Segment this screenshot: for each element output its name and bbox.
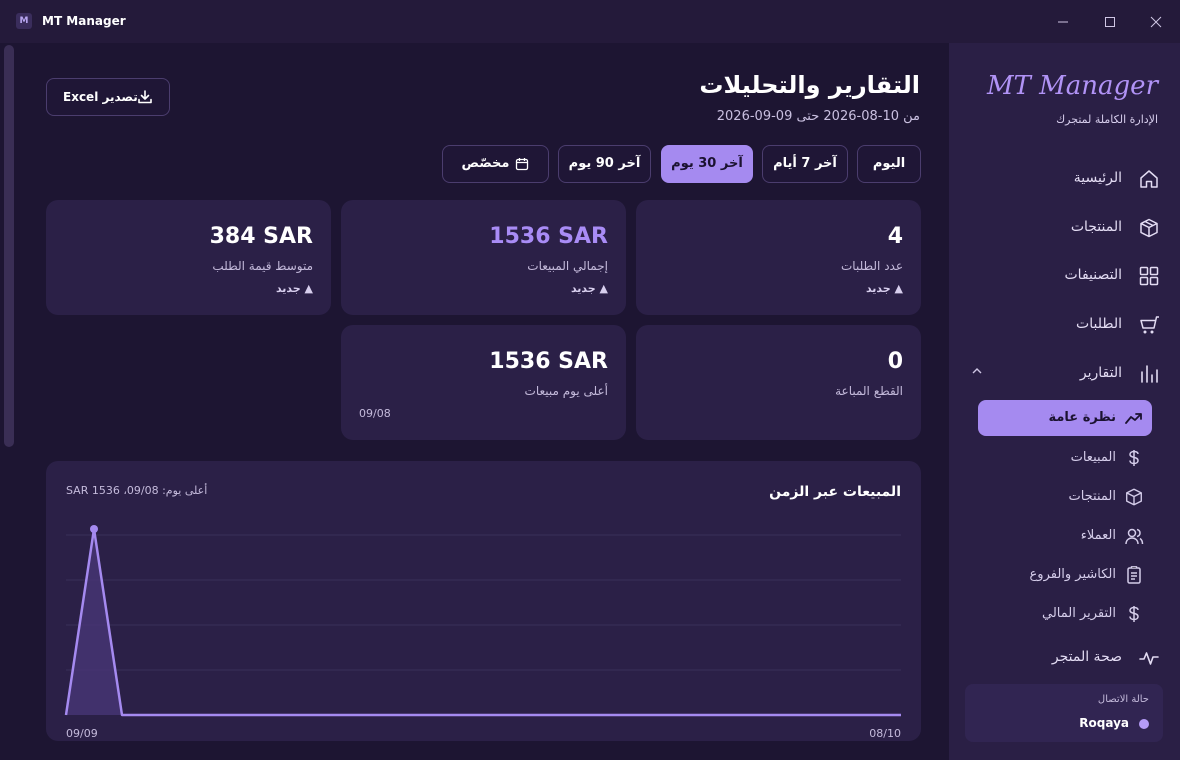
- dollar-icon: [1129, 606, 1139, 622]
- sub-item-overview[interactable]: نظرة عامة: [978, 400, 1152, 436]
- range-today-button[interactable]: اليوم: [857, 145, 921, 183]
- range-90days-label: آخر 90 يوم: [568, 156, 641, 171]
- sub-item-sales-label: المبيعات: [1070, 450, 1116, 465]
- avg-order-trend-badge: ▲ جديد: [275, 282, 313, 295]
- range-90days-button[interactable]: آخر 90 يوم: [558, 145, 651, 183]
- sales-series-line: [64, 527, 901, 717]
- nav-item-home[interactable]: الرئيسية: [970, 164, 1160, 194]
- cart-icon: [1140, 316, 1159, 334]
- maximize-button[interactable]: [1087, 0, 1133, 43]
- best-day-card: 1536 SAR أعلى يوم مبيعات 09/08: [341, 325, 626, 440]
- sidebar: MT Manager الإدارة الكاملة لمتجرك الرئيس…: [949, 43, 1180, 760]
- brand-logo: MT Manager: [986, 71, 1158, 101]
- avg-order-card: 384 SAR متوسط قيمة الطلب ▲ جديد: [46, 200, 331, 315]
- nav-item-products[interactable]: المنتجات: [970, 213, 1160, 243]
- dollar-icon: [1129, 450, 1139, 466]
- nav-item-categories[interactable]: التصنيفات: [970, 261, 1160, 291]
- bar-chart-icon: [1141, 365, 1158, 383]
- sales-point-09/08[interactable]: [90, 525, 98, 533]
- nav-item-categories-label: التصنيفات: [1064, 267, 1123, 283]
- range-7days-label: آخر 7 أيام: [773, 156, 837, 171]
- box-icon: [1140, 218, 1158, 238]
- minimize-button[interactable]: [1040, 0, 1086, 43]
- orders-count-label: عدد الطلبات: [841, 259, 903, 273]
- box-icon: [1126, 488, 1142, 506]
- best-day-label: أعلى يوم مبيعات: [524, 384, 608, 398]
- pieces-sold-label: القطع المباعة: [835, 384, 903, 398]
- window-title: MT Manager: [42, 14, 126, 28]
- grid-icon: [1139, 266, 1159, 286]
- orders-count-value: 4: [887, 224, 903, 249]
- minimize-icon: [1058, 21, 1068, 23]
- title-bar: M MT Manager: [0, 0, 1180, 43]
- connection-status-dot: [1139, 719, 1149, 729]
- sub-item-products-label: المنتجات: [1068, 489, 1116, 504]
- avg-order-value: 384 SAR: [209, 224, 313, 249]
- x-tick-label-start: 09/09: [66, 727, 98, 740]
- sub-item-customers[interactable]: العملاء: [978, 522, 1152, 550]
- download-icon: [138, 90, 152, 104]
- sub-item-overview-label: نظرة عامة: [1048, 410, 1116, 425]
- range-custom-label: مخصّص: [461, 156, 510, 171]
- nav-item-orders[interactable]: الطلبات: [970, 310, 1160, 340]
- sales-over-time-chart-card: المبيعات عبر الزمن أعلى يوم: 09/08، 1536…: [46, 461, 921, 741]
- scrollbar-left[interactable]: [4, 45, 14, 447]
- export-excel-label: تصدير Excel: [63, 90, 138, 104]
- pieces-sold-card: 0 القطع المباعة: [636, 325, 921, 440]
- range-30days-label: آخر 30 يوم: [671, 156, 743, 171]
- total-sales-trend-badge: ▲ جديد: [570, 282, 608, 295]
- connection-status-label: حالة الاتصال: [1097, 694, 1149, 705]
- clipboard-icon: [1127, 566, 1141, 584]
- sub-item-products[interactable]: المنتجات: [978, 483, 1152, 511]
- sales-series-area: [66, 529, 901, 715]
- chevron-up-icon[interactable]: [970, 364, 984, 378]
- maximize-icon: [1105, 17, 1115, 27]
- total-sales-label: إجمالي المبيعات: [527, 259, 608, 273]
- app-logo-icon: M: [16, 13, 32, 29]
- connected-user-name: Roqaya: [1079, 716, 1129, 730]
- users-icon: [1125, 528, 1144, 545]
- total-sales-value: 1536 SAR: [489, 224, 608, 249]
- export-excel-button[interactable]: تصدير Excel: [46, 78, 170, 116]
- sub-item-customers-label: العملاء: [1080, 528, 1116, 543]
- pulse-icon: [1139, 652, 1159, 665]
- best-day-date: 09/08: [359, 407, 391, 420]
- close-icon: [1150, 16, 1162, 28]
- nav-item-home-label: الرئيسية: [1073, 170, 1122, 186]
- range-today-label: اليوم: [872, 156, 906, 171]
- pieces-sold-value: 0: [887, 349, 903, 374]
- nav-item-store-health-label: صحة المتجر: [1051, 649, 1122, 665]
- orders-trend-badge: ▲ جديد: [865, 282, 903, 295]
- home-icon: [1140, 170, 1158, 188]
- nav-item-orders-label: الطلبات: [1076, 316, 1122, 332]
- date-range-text: من 10-08-2026 حتى 09-09-2026: [716, 109, 920, 124]
- range-7days-button[interactable]: آخر 7 أيام: [762, 145, 848, 183]
- best-day-value: 1536 SAR: [489, 349, 608, 374]
- sales-chart-svg: 09/09 08/10: [64, 525, 901, 740]
- trend-icon: [1125, 413, 1142, 424]
- page-title: التقارير والتحليلات: [699, 71, 920, 99]
- sub-item-financial-report[interactable]: التقرير المالي: [978, 600, 1152, 628]
- range-custom-button[interactable]: مخصّص: [442, 145, 549, 183]
- range-30days-button[interactable]: آخر 30 يوم: [661, 145, 753, 183]
- avg-order-label: متوسط قيمة الطلب: [212, 259, 313, 273]
- nav-item-products-label: المنتجات: [1070, 219, 1122, 235]
- nav-item-reports-label: التقارير: [1079, 365, 1122, 381]
- sub-item-cashier-branches-label: الكاشير والفروع: [1029, 567, 1116, 582]
- sub-item-sales[interactable]: المبيعات: [978, 444, 1152, 472]
- connection-status-box: حالة الاتصال Roqaya: [965, 684, 1163, 742]
- sub-item-financial-report-label: التقرير المالي: [1041, 606, 1116, 621]
- close-button[interactable]: [1133, 0, 1179, 43]
- nav-item-reports[interactable]: التقارير: [970, 359, 1160, 389]
- nav-item-store-health[interactable]: صحة المتجر: [970, 643, 1160, 673]
- sub-item-cashier-branches[interactable]: الكاشير والفروع: [978, 561, 1152, 589]
- calendar-icon: [516, 157, 529, 170]
- brand-subtitle: الإدارة الكاملة لمتجرك: [1056, 113, 1158, 126]
- total-sales-card: 1536 SAR إجمالي المبيعات ▲ جديد: [341, 200, 626, 315]
- orders-count-card: 4 عدد الطلبات ▲ جديد: [636, 200, 921, 315]
- x-tick-label-end: 08/10: [869, 727, 901, 740]
